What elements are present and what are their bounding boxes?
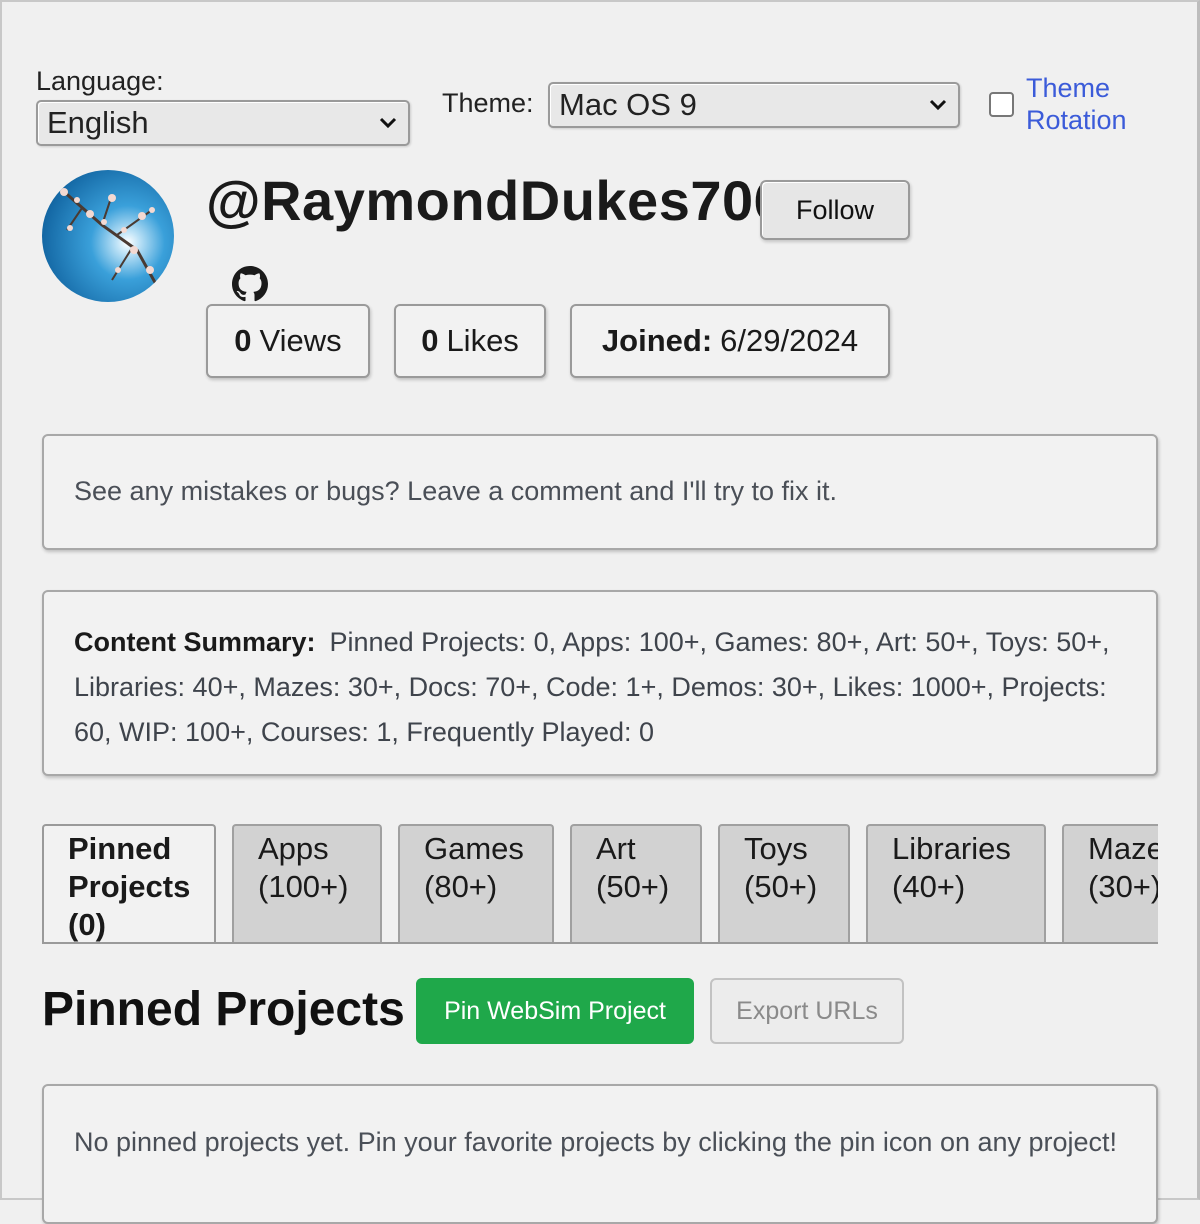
username: @RaymondDukes706: [206, 169, 786, 232]
language-select[interactable]: English: [36, 100, 410, 146]
pin-websim-project-button[interactable]: Pin WebSim Project: [416, 978, 694, 1044]
likes-stat: 0 Likes: [394, 304, 546, 378]
theme-label: Theme:: [442, 88, 534, 118]
tab-toys[interactable]: Toys (50+): [718, 824, 850, 942]
export-urls-button[interactable]: Export URLs: [710, 978, 904, 1044]
views-label: Views: [259, 323, 342, 358]
bio-text: See any mistakes or bugs? Leave a commen…: [74, 476, 838, 506]
tab-games[interactable]: Games (80+): [398, 824, 554, 942]
summary-label: Content Summary:: [74, 627, 316, 657]
tab-libraries[interactable]: Libraries (40+): [866, 824, 1046, 942]
content-summary-panel: Content Summary: Pinned Projects: 0, Apps…: [42, 590, 1158, 776]
tab-art[interactable]: Art (50+): [570, 824, 702, 942]
joined-date: 6/29/2024: [720, 323, 859, 358]
tab-mazes[interactable]: Mazes (30+): [1062, 824, 1158, 942]
pinned-empty-panel: No pinned projects yet. Pin your favorit…: [42, 1084, 1158, 1224]
tab-apps[interactable]: Apps (100+): [232, 824, 382, 942]
avatar: [42, 170, 174, 302]
theme-rotation-label[interactable]: Theme Rotation: [1026, 72, 1196, 136]
views-stat: 0 Views: [206, 304, 370, 378]
joined-label: Joined:: [601, 323, 713, 358]
language-label: Language:: [36, 66, 164, 96]
bio-panel: See any mistakes or bugs? Leave a commen…: [42, 434, 1158, 550]
github-icon[interactable]: [232, 266, 268, 302]
language-select-value: English: [47, 105, 149, 140]
theme-select[interactable]: Mac OS 9: [548, 82, 960, 128]
theme-rotation-checkbox[interactable]: [989, 92, 1014, 117]
pinned-projects-heading: Pinned Projects: [42, 983, 405, 1036]
tab-pinned-projects[interactable]: Pinned Projects (0): [42, 824, 216, 942]
chevron-down-icon: [929, 99, 947, 111]
views-count: 0: [234, 323, 252, 358]
follow-button[interactable]: Follow: [760, 180, 910, 240]
chevron-down-icon: [379, 117, 397, 129]
avatar-image: [42, 170, 174, 302]
likes-label: Likes: [446, 323, 519, 358]
joined-stat: Joined: 6/29/2024: [570, 304, 890, 378]
category-tabs: Pinned Projects (0) Apps (100+) Games (8…: [42, 824, 1158, 944]
empty-message: No pinned projects yet. Pin your favorit…: [74, 1127, 1118, 1157]
theme-select-value: Mac OS 9: [559, 87, 697, 122]
likes-count: 0: [421, 323, 439, 358]
